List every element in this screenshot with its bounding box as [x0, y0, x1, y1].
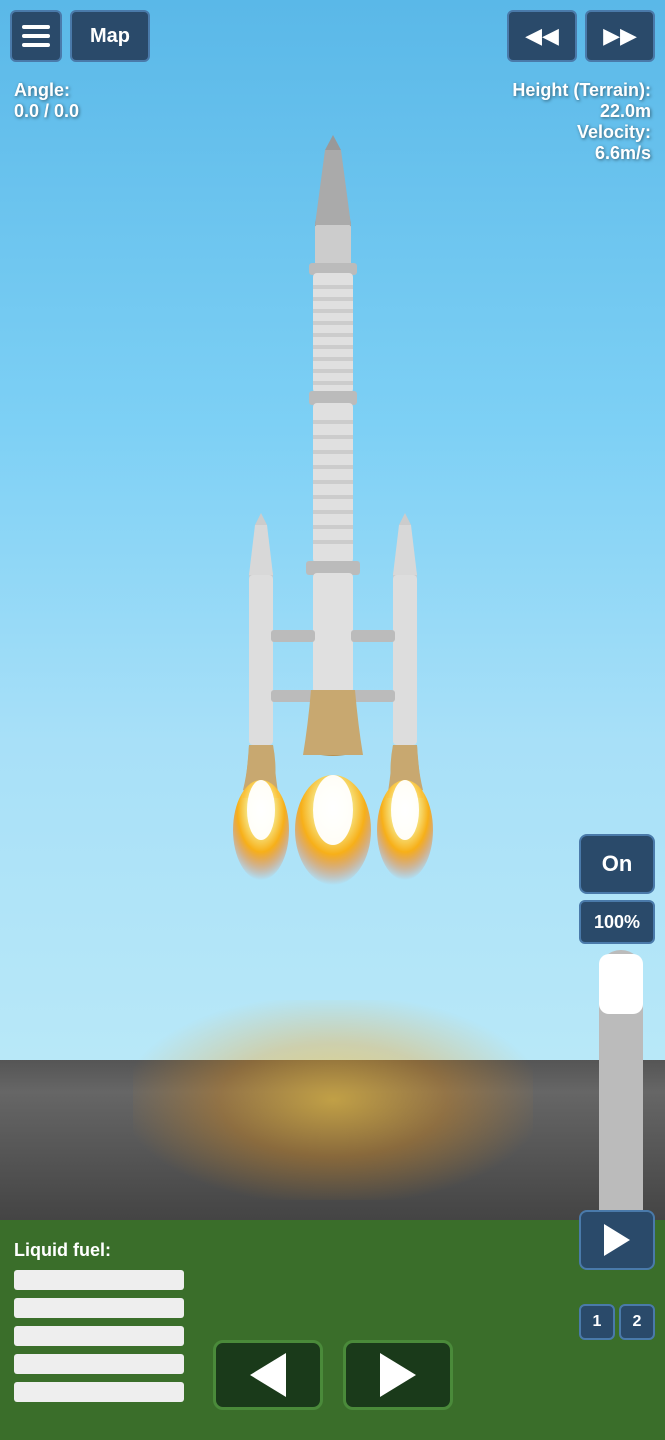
stats-right: Height (Terrain): 22.0m Velocity: 6.6m/s [512, 80, 651, 164]
fuel-bar-1 [14, 1270, 184, 1290]
play-icon-right [604, 1224, 630, 1256]
tab-button-2[interactable]: 2 [619, 1304, 655, 1340]
angle-label: Angle: [14, 80, 79, 101]
throttle-handle[interactable] [599, 954, 643, 1014]
angle-value: 0.0 / 0.0 [14, 101, 79, 122]
height-value: 22.0m [512, 101, 651, 122]
fuel-bar-4 [14, 1354, 184, 1374]
fuel-bar-3 [14, 1326, 184, 1346]
stats-left: Angle: 0.0 / 0.0 [14, 80, 79, 122]
velocity-value: 6.6m/s [512, 143, 651, 164]
nav-right-icon [380, 1353, 416, 1397]
menu-icon-line1 [22, 25, 50, 29]
play-button-right[interactable] [579, 1210, 655, 1270]
nav-right-button[interactable] [343, 1340, 453, 1410]
game-container: Map ◀◀ ▶▶ Angle: 0.0 / 0.0 Height (Terra… [0, 0, 665, 1440]
rewind-icon: ◀◀ [525, 23, 559, 49]
left-controls: Map [10, 10, 150, 62]
fastforward-button[interactable]: ▶▶ [585, 10, 655, 62]
on-label: On [602, 851, 633, 877]
throttle-pct-value: 100% [594, 912, 640, 933]
rewind-button[interactable]: ◀◀ [507, 10, 577, 62]
liquid-fuel-label: Liquid fuel: [14, 1240, 111, 1261]
fuel-bar-5 [14, 1382, 184, 1402]
top-toolbar: Map ◀◀ ▶▶ [10, 10, 655, 62]
bottom-navigation [213, 1340, 453, 1410]
rocket-svg [193, 130, 473, 1030]
engine-on-button[interactable]: On [579, 834, 655, 894]
fastforward-icon: ▶▶ [603, 23, 637, 49]
right-controls: ◀◀ ▶▶ [507, 10, 655, 62]
height-label: Height (Terrain): [512, 80, 651, 101]
velocity-label: Velocity: [512, 122, 651, 143]
fuel-bars [14, 1270, 184, 1402]
tab-buttons: 1 2 [579, 1304, 655, 1340]
rocket [193, 130, 473, 1030]
nav-left-button[interactable] [213, 1340, 323, 1410]
menu-button[interactable] [10, 10, 62, 62]
map-button[interactable]: Map [70, 10, 150, 62]
throttle-percentage: 100% [579, 900, 655, 944]
menu-icon-line2 [22, 34, 50, 38]
nav-left-icon [250, 1353, 286, 1397]
throttle-slider[interactable] [599, 950, 643, 1250]
menu-icon-line3 [22, 43, 50, 47]
tab-button-1[interactable]: 1 [579, 1304, 615, 1340]
fuel-bar-2 [14, 1298, 184, 1318]
